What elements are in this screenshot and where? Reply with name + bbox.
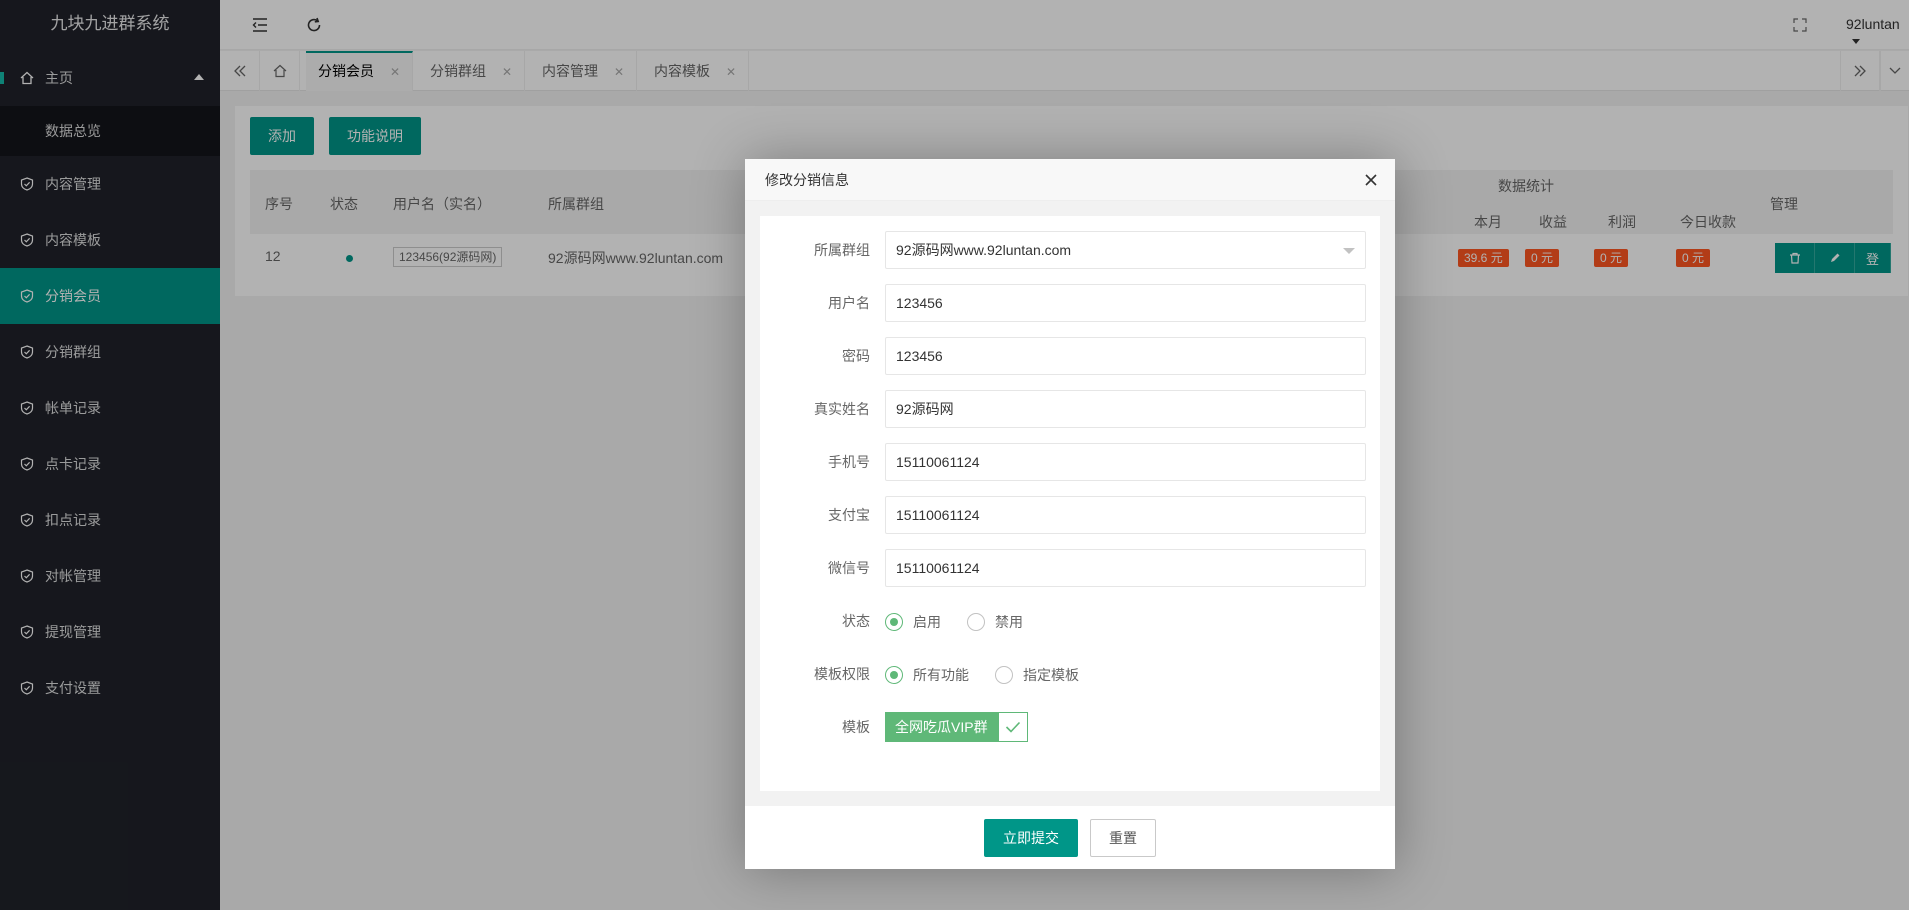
status-enable-radio[interactable]: 启用 xyxy=(885,612,941,632)
reset-button[interactable]: 重置 xyxy=(1090,819,1156,857)
form-row-group: 所属群组 92源码网www.92luntan.com xyxy=(760,231,1380,269)
form-row-template: 模板 全网吃瓜VIP群 xyxy=(760,708,1380,746)
field-label: 模板 xyxy=(842,719,870,735)
dialog-title: 修改分销信息 xyxy=(745,159,1395,201)
template-checkbox[interactable]: 全网吃瓜VIP群 xyxy=(885,712,1028,742)
form-row-phone: 手机号 15110061124 xyxy=(760,443,1380,481)
radio-label: 所有功能 xyxy=(913,667,969,683)
form-row-wechat: 微信号 15110061124 xyxy=(760,549,1380,587)
group-select-value: 92源码网www.92luntan.com xyxy=(896,242,1072,258)
field-label: 微信号 xyxy=(828,560,870,576)
edit-member-dialog: 修改分销信息 所属群组 92源码网www.92luntan.com 用户名 12… xyxy=(745,159,1395,869)
status-disable-radio[interactable]: 禁用 xyxy=(967,612,1023,632)
radio-label: 启用 xyxy=(913,614,941,630)
realname-input[interactable]: 92源码网 xyxy=(885,390,1366,428)
submit-button[interactable]: 立即提交 xyxy=(984,819,1078,857)
alipay-input[interactable]: 15110061124 xyxy=(885,496,1366,534)
field-label: 状态 xyxy=(842,613,870,629)
caret-down-icon xyxy=(1343,248,1355,254)
wechat-input[interactable]: 15110061124 xyxy=(885,549,1366,587)
field-label: 密码 xyxy=(842,348,870,364)
group-select[interactable]: 92源码网www.92luntan.com xyxy=(885,231,1366,269)
radio-label: 指定模板 xyxy=(1023,667,1079,683)
close-icon[interactable] xyxy=(1362,171,1380,189)
field-label: 模板权限 xyxy=(814,666,870,682)
radio-unchecked-icon xyxy=(967,613,985,631)
edit-form: 所属群组 92源码网www.92luntan.com 用户名 123456 密码… xyxy=(760,216,1380,791)
form-row-permission: 模板权限 所有功能 指定模板 xyxy=(760,655,1380,693)
field-label: 用户名 xyxy=(828,295,870,311)
field-label: 所属群组 xyxy=(814,242,870,258)
checkmark-icon xyxy=(997,712,1028,742)
phone-input[interactable]: 15110061124 xyxy=(885,443,1366,481)
form-row-alipay: 支付宝 15110061124 xyxy=(760,496,1380,534)
form-row-status: 状态 启用 禁用 xyxy=(760,602,1380,640)
field-label: 手机号 xyxy=(828,454,870,470)
field-label: 真实姓名 xyxy=(814,401,870,417)
checkbox-label: 全网吃瓜VIP群 xyxy=(885,712,998,742)
form-row-password: 密码 123456 xyxy=(760,337,1380,375)
dialog-body: 所属群组 92源码网www.92luntan.com 用户名 123456 密码… xyxy=(745,201,1395,806)
field-label: 支付宝 xyxy=(828,507,870,523)
username-input[interactable]: 123456 xyxy=(885,284,1366,322)
form-row-username: 用户名 123456 xyxy=(760,284,1380,322)
perm-specific-radio[interactable]: 指定模板 xyxy=(995,665,1079,685)
radio-checked-icon xyxy=(885,666,903,684)
radio-unchecked-icon xyxy=(995,666,1013,684)
perm-all-radio[interactable]: 所有功能 xyxy=(885,665,969,685)
radio-checked-icon xyxy=(885,613,903,631)
dialog-footer: 立即提交 重置 xyxy=(745,806,1395,869)
password-input[interactable]: 123456 xyxy=(885,337,1366,375)
radio-label: 禁用 xyxy=(995,614,1023,630)
form-row-realname: 真实姓名 92源码网 xyxy=(760,390,1380,428)
